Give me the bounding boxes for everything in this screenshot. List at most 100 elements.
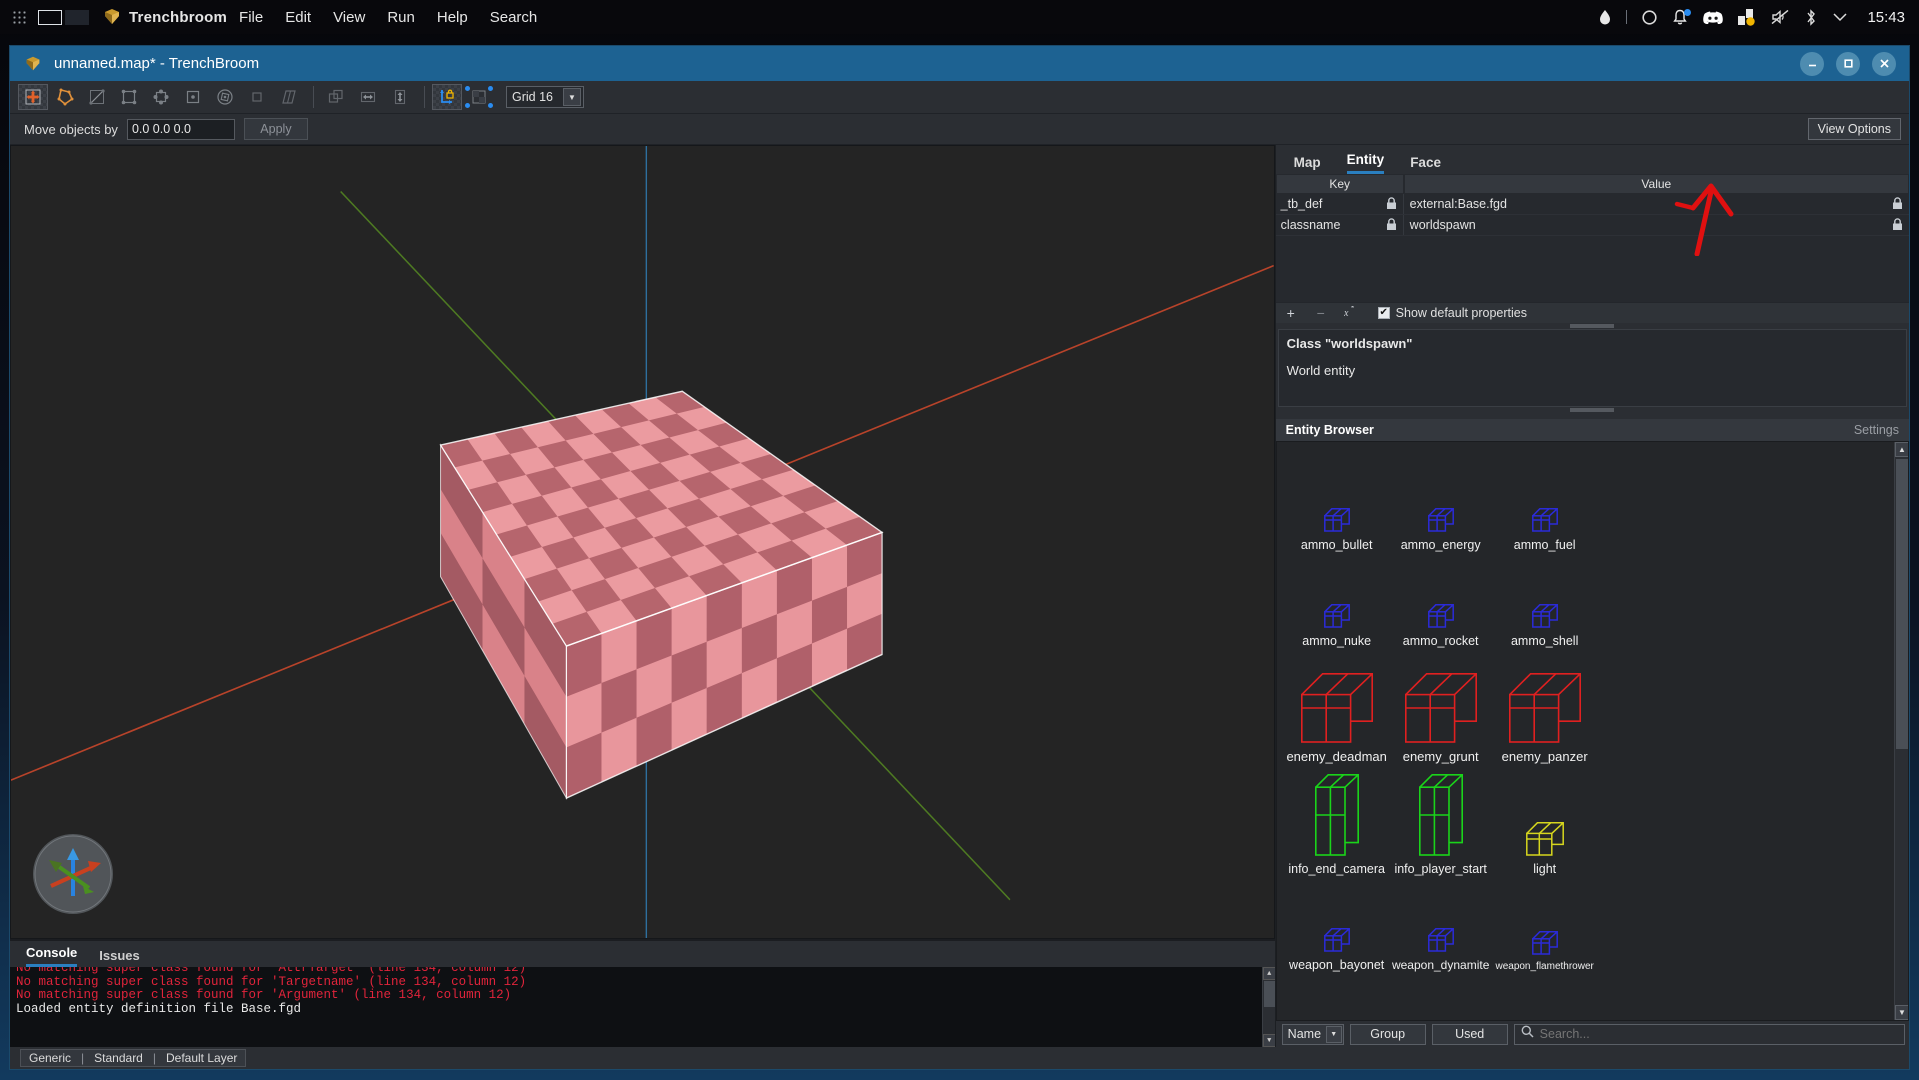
triangle-up-icon[interactable]: ▲ [1895,442,1908,457]
entity-search-input[interactable] [1539,1027,1904,1041]
entity-browser-item[interactable]: ammo_fuel [1493,456,1597,552]
minimize-button[interactable] [1800,51,1824,76]
move-tool-button[interactable] [18,84,48,110]
tab-face[interactable]: Face [1410,155,1441,174]
droplet-icon[interactable] [1599,9,1611,25]
used-button[interactable]: Used [1431,1023,1508,1045]
entity-browser-item[interactable]: weapon_nukegun [1285,972,1389,1020]
entity-browser-item[interactable]: ammo_rocket [1389,552,1493,648]
x-star-icon[interactable]: x * [1343,304,1358,321]
workspace-2[interactable] [65,9,89,25]
minus-icon[interactable]: − [1314,305,1328,321]
workspace-1-active[interactable] [38,9,62,25]
table-row[interactable]: classname worldspawn [1275,215,1909,236]
group-button[interactable]: Group [1349,1023,1426,1045]
column-header-key[interactable]: Key [1275,174,1404,194]
entity-browser-item[interactable]: enemy_panzer [1493,648,1597,764]
entity-browser-item[interactable]: ammo_shell [1493,552,1597,648]
edge-tool-button[interactable] [146,84,176,110]
tab-entity[interactable]: Entity [1346,152,1385,174]
apply-button[interactable]: Apply [243,118,308,140]
show-default-properties-checkbox[interactable]: ✔ Show default properties [1377,306,1527,320]
entity-browser-item[interactable]: enemy_deadman [1285,648,1389,764]
inspector-tabs: Map Entity Face [1275,145,1909,174]
texture-lock-tool-button[interactable] [432,84,462,110]
brush-tool-button[interactable] [50,84,80,110]
vertex-tool-button[interactable] [114,84,144,110]
menu-item-run[interactable]: Run [387,9,415,26]
entity-browser-item[interactable]: info_player_start [1389,764,1493,876]
menu-item-file[interactable]: File [239,9,263,26]
entity-browser-item[interactable]: weapon_revolver [1493,972,1597,1020]
entity-browser-item[interactable]: weapon_dynamite [1389,876,1493,972]
menu-item-view[interactable]: View [333,9,365,26]
entity-browser-item[interactable]: info_end_camera [1285,764,1389,876]
entity-browser-item[interactable]: enemy_grunt [1389,648,1493,764]
scrollbar-thumb[interactable] [1263,981,1275,1007]
grid-size-select[interactable]: Grid 16 ▼ [506,86,584,108]
move-objects-input[interactable] [126,118,235,140]
checkbox-box[interactable]: ✔ [1377,307,1390,319]
rotate-tool-button[interactable] [210,84,240,110]
entity-browser-item[interactable]: ammo_bullet [1285,456,1389,552]
panel-splitter-2[interactable] [1275,407,1909,413]
clip-tool-button[interactable] [82,84,112,110]
apps-grid-icon[interactable] [6,0,32,34]
menu-item-search[interactable]: Search [490,9,538,26]
menu-item-edit[interactable]: Edit [285,9,311,26]
property-key[interactable]: classname [1275,215,1404,235]
circle-icon[interactable] [1642,9,1658,25]
scrollbar-thumb[interactable] [1896,459,1908,749]
plus-icon[interactable]: + [1284,305,1298,321]
menu-item-help[interactable]: Help [437,9,468,26]
view-options-button[interactable]: View Options [1807,118,1901,140]
chevron-down-icon[interactable]: ▼ [563,88,581,106]
duplicate-tool-button[interactable] [321,84,351,110]
maximize-button[interactable] [1836,51,1860,76]
tab-console[interactable]: Console [26,945,78,967]
discord-icon[interactable] [1703,10,1724,25]
property-value[interactable]: external:Base.fgd [1403,194,1909,214]
3d-viewport[interactable] [10,145,1275,939]
table-row[interactable]: _tb_def external:Base.fgd [1275,194,1909,215]
scale-tool-button[interactable] [242,84,272,110]
triangle-down-icon[interactable]: ▼ [1262,1034,1275,1047]
tab-issues[interactable]: Issues [99,948,139,967]
entity-browser-item[interactable]: weapon_pumpshotgun [1389,972,1493,1020]
entity-browser-item[interactable]: ammo_energy [1389,456,1493,552]
entity-browser-item[interactable]: light [1493,764,1597,876]
console-line: Loaded entity definition file Base.fgd [16,1001,302,1016]
tab-map[interactable]: Map [1294,155,1321,174]
workspace-switcher[interactable] [38,9,89,25]
volume-muted-icon[interactable] [1771,9,1790,25]
triangle-down-icon[interactable]: ▼ [1895,1005,1908,1020]
face-tool-button[interactable] [178,84,208,110]
shear-tool-button[interactable] [274,84,304,110]
uv-lock-tool-button[interactable] [464,84,494,110]
triangle-up-icon[interactable]: ▲ [1262,967,1275,980]
sort-order-select[interactable]: Name ▼ [1281,1023,1344,1045]
entity-browser-item[interactable]: ammo_nuke [1285,552,1389,648]
property-key[interactable]: _tb_def [1275,194,1404,214]
flip-horizontal-tool-button[interactable] [353,84,383,110]
console-output[interactable]: No matching super class found for 'AttrT… [10,967,1275,1047]
entity-browser-item[interactable]: weapon_flamethrower [1493,876,1597,972]
entity-browser-item-label: ammo_fuel [1513,538,1576,552]
entity-browser-item[interactable]: weapon_bayonet [1285,876,1389,972]
flip-vertical-tool-button[interactable] [385,84,415,110]
volume-mixer-icon[interactable] [1738,8,1756,26]
entity-browser-scrollbar[interactable]: ▲ ▼ [1894,442,1908,1020]
chevron-down-icon[interactable]: ▼ [1325,1025,1342,1043]
entity-browser-grid[interactable]: ammo_bullet ammo_energy ammo_fuel ammo_n… [1275,441,1909,1021]
entity-search-field[interactable] [1513,1023,1905,1045]
chevron-down-icon[interactable] [1832,11,1848,23]
property-value[interactable]: worldspawn [1403,215,1909,235]
column-header-value[interactable]: Value [1403,174,1909,194]
svg-text:*: * [1351,306,1354,313]
bluetooth-icon[interactable] [1805,8,1817,26]
notification-bell-icon[interactable] [1672,8,1692,26]
entity-browser-settings-link[interactable]: Settings [1854,423,1899,437]
console-scrollbar[interactable]: ▲ ▼ [1261,967,1275,1047]
close-button[interactable] [1872,51,1896,76]
3d-axis-compass-icon [33,834,113,914]
